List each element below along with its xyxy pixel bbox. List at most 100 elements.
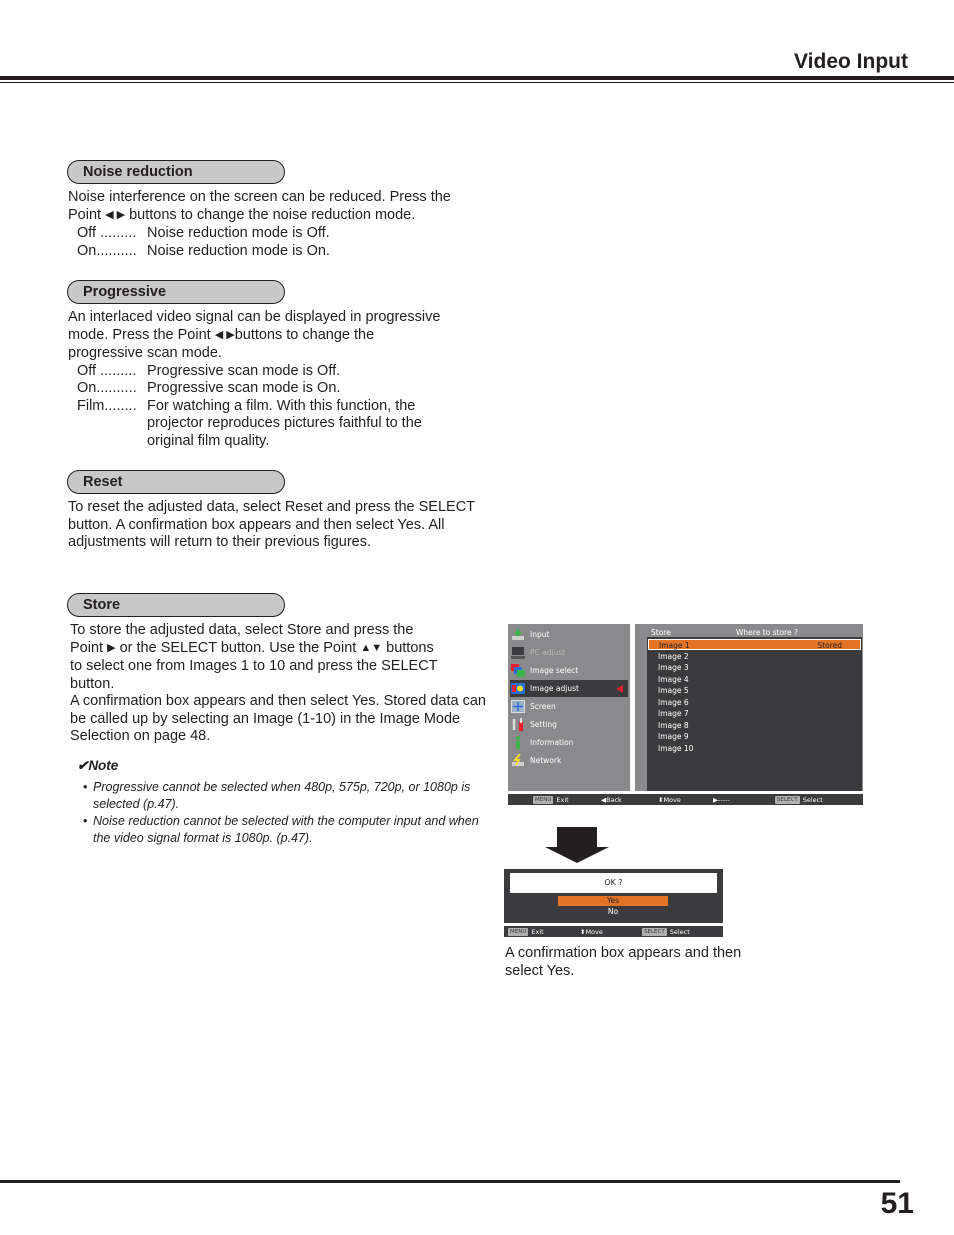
store-slot-row[interactable]: Image 7 [648, 708, 861, 719]
section-title: Progressive [83, 284, 167, 300]
setting-icon [511, 718, 525, 731]
slot-name: Image 7 [658, 709, 689, 718]
store-slot-row[interactable]: Image 5 [648, 685, 861, 696]
slot-name: Image 5 [658, 686, 689, 695]
pc-adjust-icon [511, 646, 525, 659]
osd-menu-screenshot: Input PC adjust Image select Image adjus… [508, 624, 863, 806]
hint-label: Move [585, 927, 603, 936]
body-line: An interlaced video signal can be displa… [68, 309, 441, 325]
slot-name: Image 9 [658, 732, 689, 741]
text: buttons to change the [234, 326, 375, 343]
image-select-icon [511, 664, 525, 677]
checkmark-icon: ✔ [77, 758, 89, 773]
confirmation-dialog: OK ? Yes No MENU Exit ⬍ Move SELECT Select [504, 869, 723, 937]
figure-caption: A confirmation box appears and then sele… [505, 945, 742, 979]
select-key-icon: SELECT [775, 795, 800, 804]
menu-item-input[interactable]: Input [510, 626, 628, 643]
osd-main-menu: Input PC adjust Image select Image adjus… [508, 624, 630, 791]
definition-row: Off ......... Noise reduction mode is Off… [68, 225, 488, 243]
slot-name: Image 8 [658, 720, 689, 730]
menu-item-label: Information [530, 738, 574, 747]
confirm-bottom-bar: MENU Exit ⬍ Move SELECT Select [504, 926, 723, 937]
select-hint: SELECT Select [775, 795, 823, 804]
menu-key-icon: MENU [508, 927, 529, 936]
menu-item-label: Setting [530, 720, 557, 729]
menu-key-icon: MENU [533, 795, 554, 804]
exit-hint: MENU Exit [533, 795, 569, 804]
body-line: Noise interference on the screen can be … [68, 189, 451, 205]
back-hint: ◀ Back [601, 795, 622, 804]
move-hint: ⬍ Move [580, 927, 603, 936]
menu-item-label: Image adjust [530, 684, 579, 693]
note-item: Progressive cannot be selected when 480p… [83, 779, 483, 813]
body-line: To store the adjusted data, select Store… [70, 622, 414, 638]
select-key-icon: SELECT [642, 927, 667, 936]
left-right-arrows-icon: ◀ ▶ [214, 328, 235, 341]
store-slot-row[interactable]: Image 10 [648, 743, 861, 754]
store-slot-row[interactable]: Image 1 Stored [648, 639, 861, 650]
left-right-arrows-icon: ◀ ▶ [105, 208, 126, 221]
slot-status: Stored [817, 641, 842, 650]
store-slot-row[interactable]: Image 2 [648, 651, 861, 662]
screen-icon [511, 700, 525, 713]
definition-row: Off ......... Progressive scan mode is Of… [68, 363, 488, 381]
slot-name: Image 1 [659, 641, 690, 650]
body-line: mode. Press the Point ◀ ▶buttons to chan… [68, 327, 488, 346]
section-title: Noise reduction [83, 164, 193, 180]
store-slot-row[interactable]: Image 4 [648, 674, 861, 685]
store-slot-row[interactable]: Image 6 [648, 697, 861, 708]
input-icon [511, 628, 525, 641]
confirm-yes-option[interactable]: Yes [558, 896, 668, 906]
text: buttons to change the noise reduction mo… [125, 206, 416, 223]
text: mode. Press the Point [68, 326, 211, 343]
definition-row: On.......... Progressive scan mode is On. [68, 380, 488, 398]
hint-label: Exit [556, 795, 569, 804]
menu-item-image-select[interactable]: Image select [510, 662, 628, 679]
note-heading: ✔Note [77, 758, 118, 774]
text: Point [68, 206, 102, 223]
image-adjust-icon [511, 682, 525, 695]
slot-name: Image 4 [658, 674, 689, 684]
noise-reduction-body: Noise interference on the screen can be … [68, 189, 488, 260]
menu-item-screen[interactable]: Screen [510, 698, 628, 715]
def-term: On.......... [77, 380, 137, 396]
store-slot-row[interactable]: Image 8 [648, 720, 861, 731]
store-slot-row[interactable]: Image 3 [648, 662, 861, 673]
right-hint: ▶ ----- [713, 795, 730, 804]
reset-body: To reset the adjusted data, select Reset… [68, 499, 475, 550]
slot-name: Image 6 [658, 697, 689, 707]
progressive-body: An interlaced video signal can be displa… [68, 309, 488, 450]
menu-item-setting[interactable]: Setting [510, 716, 628, 733]
menu-item-pc-adjust[interactable]: PC adjust [510, 644, 628, 661]
footer-rule [0, 1180, 900, 1183]
submenu-prompt: Where to store ? [736, 628, 798, 637]
slot-name: Image 3 [658, 663, 689, 672]
menu-item-image-adjust[interactable]: Image adjust [510, 680, 628, 697]
section-heading-noise-reduction: Noise reduction [67, 160, 285, 184]
hint-label: Exit [531, 927, 544, 936]
page-header-title: Video Input [794, 50, 908, 73]
body-line: progressive scan mode. [68, 345, 222, 361]
menu-item-network[interactable]: Network [510, 752, 628, 769]
body-line: Point ◀ ▶ buttons to change the noise re… [68, 207, 488, 226]
confirm-no-option[interactable]: No [558, 907, 668, 917]
def-term: Off ......... [77, 362, 137, 379]
body-line: Point ▶ or the SELECT button. Use the Po… [70, 640, 490, 659]
def-term: Film........ [77, 397, 137, 414]
page-number: 51 [880, 1187, 914, 1220]
section-heading-store: Store [67, 593, 285, 617]
store-slot-row[interactable]: Image 9 [648, 731, 861, 742]
confirm-question: OK ? [510, 873, 717, 893]
def-desc: Noise reduction mode is Off. [147, 225, 330, 241]
definition-row: Film........ For watching a film. With th… [68, 398, 488, 451]
section-title: Store [83, 597, 121, 613]
menu-item-label: Network [530, 756, 562, 765]
header-rule-thick [0, 76, 954, 80]
up-down-arrows-icon: ▲▼ [360, 641, 383, 654]
menu-item-information[interactable]: Information [510, 734, 628, 751]
hint-label: ----- [718, 795, 730, 804]
def-term: On.......... [77, 242, 137, 259]
network-icon [511, 753, 525, 767]
body-paragraph: A confirmation box appears and then sele… [70, 693, 486, 744]
hint-label: Select [669, 927, 690, 936]
